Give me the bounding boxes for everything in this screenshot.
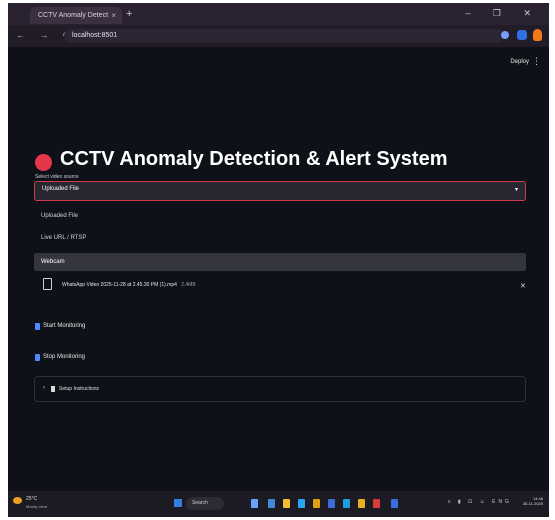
video-source-label: Select video source bbox=[35, 174, 79, 180]
setup-instructions-expander[interactable]: › Setup Instructions bbox=[34, 376, 526, 402]
expander-label: Setup Instructions bbox=[59, 386, 100, 392]
edge-icon[interactable] bbox=[298, 499, 305, 508]
url-input[interactable]: localhost:8501 bbox=[64, 29, 504, 43]
browser-logo-icon[interactable] bbox=[533, 29, 542, 41]
monitor-icon bbox=[35, 353, 40, 361]
stop-monitoring-button[interactable]: Stop Monitoring bbox=[35, 351, 85, 363]
monitor-icon bbox=[35, 322, 40, 330]
video-source-select[interactable]: Uploaded File ▾ bbox=[34, 181, 526, 201]
window-controls[interactable]: – ❐ ✕ bbox=[465, 8, 541, 19]
extension-icon[interactable] bbox=[517, 30, 527, 40]
stop-monitoring-label: Stop Monitoring bbox=[43, 354, 86, 360]
chevron-down-icon[interactable]: ▾ bbox=[515, 186, 518, 193]
date: 28-11-2025 bbox=[522, 501, 543, 506]
taskbar: 25°C Mostly clear Search ʌ ▮ ⊡ ☺ ENG 14:… bbox=[8, 491, 549, 517]
windows-start-icon[interactable] bbox=[174, 499, 182, 507]
folder-icon[interactable] bbox=[283, 499, 290, 508]
selected-value: Uploaded File bbox=[42, 186, 80, 192]
new-tab-button[interactable]: + bbox=[126, 8, 132, 20]
page-title: CCTV Anomaly Detection & Alert System bbox=[60, 148, 448, 170]
option-live-url[interactable]: Live URL / RTSP bbox=[41, 235, 86, 241]
deploy-button[interactable]: Deploy bbox=[510, 59, 529, 65]
app-icon[interactable] bbox=[313, 499, 320, 508]
browser-tab[interactable]: CCTV Anomaly Detect × bbox=[30, 7, 122, 24]
weather-condition: Mostly clear bbox=[26, 504, 48, 509]
vscode-icon[interactable] bbox=[391, 499, 398, 508]
close-tab-icon[interactable]: × bbox=[111, 7, 116, 24]
app-icon[interactable] bbox=[268, 499, 275, 508]
option-uploaded-file[interactable]: Uploaded File bbox=[41, 213, 78, 219]
chrome-icon[interactable] bbox=[358, 499, 365, 508]
app-icon[interactable] bbox=[343, 499, 350, 508]
chevron-right-icon: › bbox=[43, 385, 45, 391]
document-icon bbox=[51, 386, 55, 392]
tab-title: CCTV Anomaly Detect bbox=[38, 12, 109, 19]
main-menu-icon[interactable]: ⋮ bbox=[532, 56, 541, 67]
app-icon[interactable] bbox=[251, 499, 258, 508]
screen: CCTV Anomaly Detect × + – ❐ ✕ ← → ⟳ loca… bbox=[8, 3, 549, 517]
browser-tab-bar: CCTV Anomaly Detect × + – ❐ ✕ bbox=[8, 3, 549, 25]
start-monitoring-button[interactable]: Start Monitoring bbox=[35, 320, 85, 332]
app-icon[interactable] bbox=[373, 499, 380, 508]
system-tray[interactable]: ʌ ▮ ⊡ ☺ ENG bbox=[448, 499, 512, 505]
red-circle-icon bbox=[35, 154, 52, 171]
app-icon[interactable] bbox=[328, 499, 335, 508]
extension-icon[interactable] bbox=[501, 31, 509, 39]
start-monitoring-label: Start Monitoring bbox=[43, 323, 86, 329]
temperature: 25°C bbox=[26, 496, 38, 502]
address-bar: ← → ⟳ localhost:8501 bbox=[8, 25, 549, 47]
taskbar-search[interactable]: Search bbox=[186, 497, 224, 510]
remove-file-icon[interactable]: ✕ bbox=[520, 282, 526, 290]
option-webcam[interactable]: Webcam bbox=[34, 253, 526, 271]
uploaded-file-name: WhatsApp Video 2025-11-28 at 2.45.30 PM … bbox=[62, 282, 196, 288]
file-icon bbox=[43, 278, 52, 290]
file-name-text: WhatsApp Video 2025-11-28 at 2.45.30 PM … bbox=[62, 282, 177, 288]
file-size: 2.4MB bbox=[181, 282, 196, 288]
weather-icon[interactable] bbox=[13, 497, 22, 504]
clock[interactable]: 14:46 28-11-2025 bbox=[523, 496, 543, 506]
